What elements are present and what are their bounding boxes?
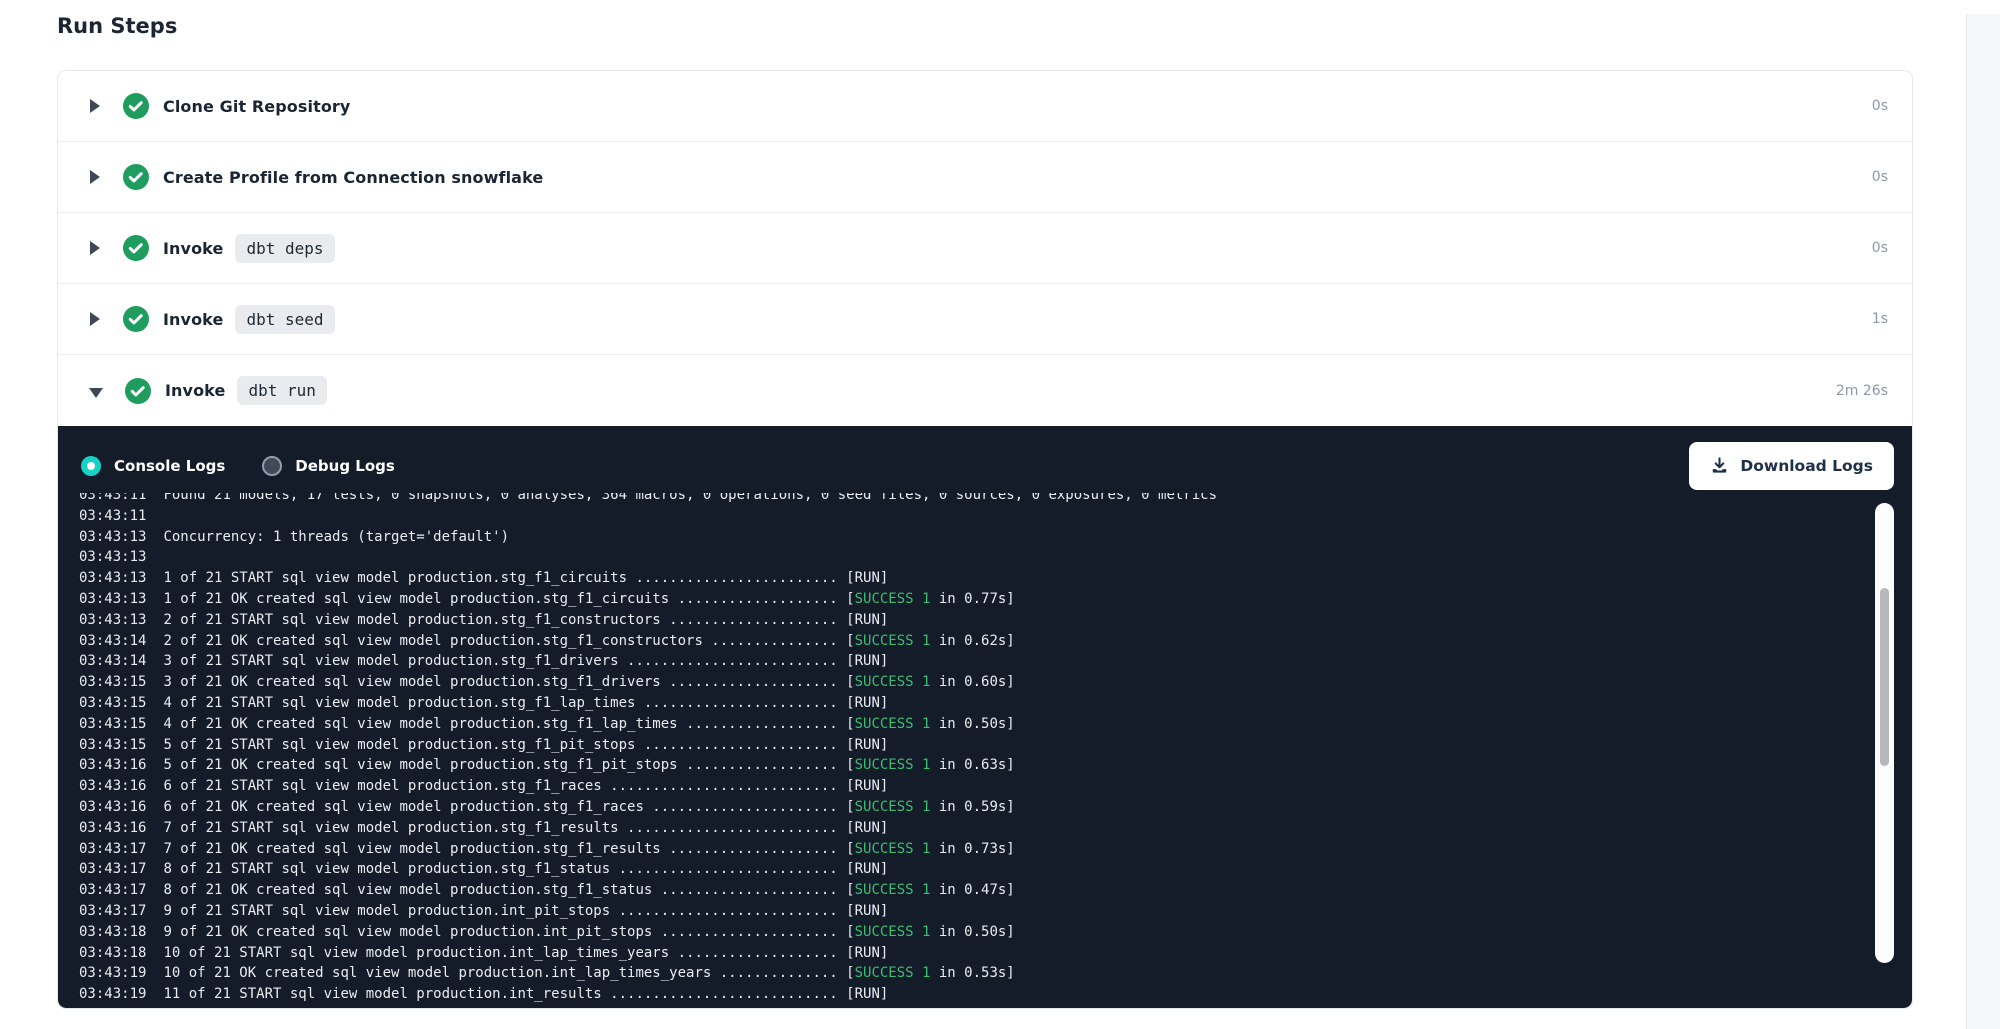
success-check-icon: [123, 306, 149, 332]
chevron-down-icon[interactable]: [89, 388, 103, 398]
log-line: 03:43:154 of 21 OK created sql view mode…: [79, 714, 1912, 735]
log-line: 03:43:131 of 21 OK created sql view mode…: [79, 589, 1912, 610]
log-line: 03:43:153 of 21 OK created sql view mode…: [79, 672, 1912, 693]
log-line: 03:43:1810 of 21 START sql view model pr…: [79, 943, 1912, 964]
step-label: Invoke: [165, 381, 225, 400]
download-logs-label: Download Logs: [1740, 457, 1873, 475]
log-line: 03:43:166 of 21 OK created sql view mode…: [79, 797, 1912, 818]
step-duration: 0s: [1872, 98, 1888, 114]
page-right-gutter: [1966, 14, 2000, 1029]
console-panel: Console Logs Debug Logs Download Logs 03…: [58, 426, 1912, 1008]
radio-selected-icon[interactable]: [81, 456, 101, 476]
step-row-2[interactable]: Create Profile from Connection snowflake…: [58, 142, 1912, 213]
log-line: 03:43:154 of 21 START sql view model pro…: [79, 693, 1912, 714]
step-label: Invoke: [163, 310, 223, 329]
console-scrollbar[interactable]: [1875, 503, 1894, 963]
log-line: 03:43:131 of 21 START sql view model pro…: [79, 568, 1912, 589]
chevron-right-icon[interactable]: [90, 241, 100, 255]
success-check-icon: [125, 378, 151, 404]
success-check-icon: [123, 93, 149, 119]
chevron-right-icon[interactable]: [90, 312, 100, 326]
log-line: 03:43:13: [79, 547, 1912, 568]
step-label: Clone Git Repository: [163, 97, 350, 116]
log-line: 03:43:177 of 21 OK created sql view mode…: [79, 839, 1912, 860]
step-label: Create Profile from Connection snowflake: [163, 168, 543, 187]
chevron-right-icon[interactable]: [90, 170, 100, 184]
log-line: 03:43:189 of 21 OK created sql view mode…: [79, 922, 1912, 943]
step-command-badge: dbt seed: [235, 305, 334, 334]
step-command-badge: dbt deps: [235, 234, 334, 263]
step-command-badge: dbt run: [237, 376, 326, 405]
step-rows-container: Clone Git Repository0sCreate Profile fro…: [58, 71, 1912, 426]
console-logs-label: Console Logs: [114, 457, 225, 475]
log-line: 03:43:13Concurrency: 1 threads (target='…: [79, 527, 1912, 548]
console-log-output[interactable]: 03:43:11Found 21 models, 17 tests, 0 sna…: [58, 493, 1912, 1008]
log-line: 03:43:178 of 21 START sql view model pro…: [79, 859, 1912, 880]
log-line: 03:43:142 of 21 OK created sql view mode…: [79, 631, 1912, 652]
log-line: 03:43:155 of 21 START sql view model pro…: [79, 735, 1912, 756]
log-line: 03:43:1911 of 21 START sql view model pr…: [79, 984, 1912, 1005]
scrollbar-thumb[interactable]: [1880, 588, 1889, 766]
debug-logs-label: Debug Logs: [295, 457, 395, 475]
log-line: 03:43:178 of 21 OK created sql view mode…: [79, 880, 1912, 901]
step-row-1[interactable]: Clone Git Repository 0s: [58, 71, 1912, 142]
chevron-right-icon[interactable]: [90, 99, 100, 113]
step-row-3[interactable]: Invoke dbt deps 0s: [58, 213, 1912, 284]
log-line: 03:43:11: [79, 506, 1912, 527]
log-line: 03:43:11Found 21 models, 17 tests, 0 sna…: [79, 493, 1912, 506]
tab-console-logs[interactable]: Console Logs: [81, 456, 225, 476]
step-duration: 0s: [1872, 240, 1888, 256]
success-check-icon: [123, 235, 149, 261]
console-header: Console Logs Debug Logs Download Logs: [58, 426, 1912, 493]
download-logs-button[interactable]: Download Logs: [1689, 442, 1894, 490]
step-duration: 0s: [1872, 169, 1888, 185]
step-row-4[interactable]: Invoke dbt seed 1s: [58, 284, 1912, 355]
step-duration: 1s: [1872, 311, 1888, 327]
log-line: 03:43:143 of 21 START sql view model pro…: [79, 651, 1912, 672]
log-line: 03:43:132 of 21 START sql view model pro…: [79, 610, 1912, 631]
step-row-5[interactable]: Invoke dbt run 2m 26s: [58, 355, 1912, 426]
log-line: 03:43:167 of 21 START sql view model pro…: [79, 818, 1912, 839]
tab-debug-logs[interactable]: Debug Logs: [262, 456, 395, 476]
download-icon: [1710, 456, 1729, 475]
log-line: 03:43:1910 of 21 OK created sql view mod…: [79, 963, 1912, 984]
page-title: Run Steps: [57, 14, 2000, 38]
step-duration: 2m 26s: [1836, 383, 1888, 399]
log-line: 03:43:165 of 21 OK created sql view mode…: [79, 755, 1912, 776]
log-line: 03:43:166 of 21 START sql view model pro…: [79, 776, 1912, 797]
success-check-icon: [123, 164, 149, 190]
step-label: Invoke: [163, 239, 223, 258]
run-steps-card: Clone Git Repository0sCreate Profile fro…: [57, 70, 1913, 1009]
log-lines-container: 03:43:11Found 21 models, 17 tests, 0 sna…: [79, 493, 1912, 1005]
log-line: 03:43:179 of 21 START sql view model pro…: [79, 901, 1912, 922]
radio-unselected-icon[interactable]: [262, 456, 282, 476]
